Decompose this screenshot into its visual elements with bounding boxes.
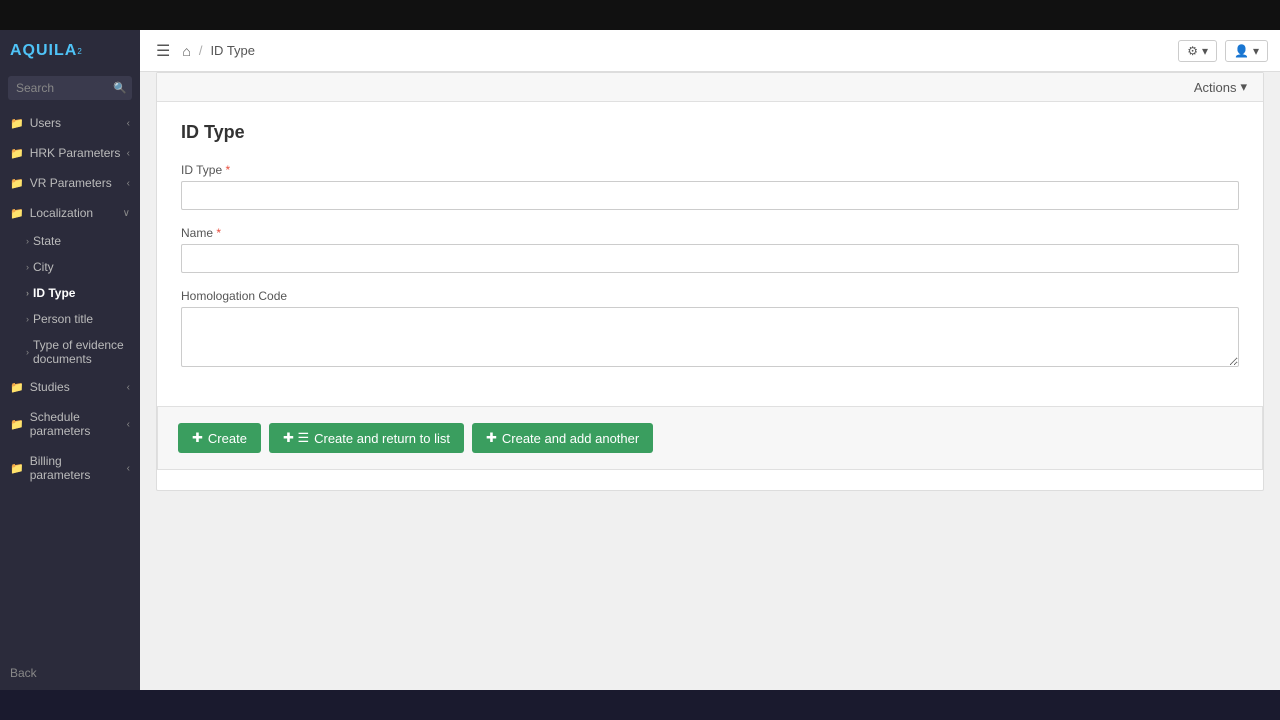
- back-button[interactable]: Back: [0, 656, 140, 690]
- id-type-input[interactable]: [181, 181, 1239, 210]
- field-label-homologation-code: Homologation Code: [181, 289, 1239, 303]
- header-bar: ☰ ⌂ / ID Type ⚙ ▾ 👤 ▾: [140, 30, 1280, 72]
- sidebar-item-localization[interactable]: 📁 Localization ∨: [0, 198, 140, 228]
- sidebar-subitem-state[interactable]: › State: [18, 228, 140, 254]
- breadcrumb-current: ID Type: [210, 43, 255, 58]
- create-another-icon: ✚: [486, 430, 497, 446]
- search-button[interactable]: 🔍: [113, 82, 127, 95]
- menu-toggle-button[interactable]: ☰: [152, 39, 174, 63]
- sidebar-item-hrk-parameters[interactable]: 📁 HRK Parameters ‹: [0, 138, 140, 168]
- folder-icon: 📁: [10, 177, 24, 190]
- chevron-right-icon: ‹: [127, 118, 130, 129]
- create-another-button[interactable]: ✚ Create and add another: [472, 423, 653, 453]
- actions-dropdown-icon: ▾: [1240, 79, 1247, 95]
- field-group-id-type: ID Type *: [181, 163, 1239, 210]
- settings-button[interactable]: ⚙ ▾: [1178, 40, 1217, 62]
- field-group-name: Name *: [181, 226, 1239, 273]
- folder-icon: 📁: [10, 418, 24, 431]
- user-icon: 👤: [1234, 44, 1249, 58]
- chevron-icon: ›: [26, 236, 29, 246]
- create-button[interactable]: ✚ Create: [178, 423, 261, 453]
- main-wrapper: Actions ▾ ID Type ID Type *: [140, 72, 1280, 690]
- settings-icon: ⚙: [1187, 44, 1198, 58]
- sidebar-item-schedule-parameters[interactable]: 📁 Schedule parameters ‹: [0, 402, 140, 446]
- user-dropdown-icon: ▾: [1253, 44, 1259, 58]
- chevron-right-icon: ‹: [127, 382, 130, 393]
- settings-dropdown-icon: ▾: [1202, 44, 1208, 58]
- required-indicator: *: [216, 226, 221, 240]
- user-button[interactable]: 👤 ▾: [1225, 40, 1268, 62]
- header-actions: ⚙ ▾ 👤 ▾: [1178, 40, 1268, 62]
- required-indicator: *: [225, 163, 230, 177]
- sidebar-item-studies[interactable]: 📁 Studies ‹: [0, 372, 140, 402]
- folder-icon: 📁: [10, 207, 24, 220]
- chevron-right-icon: ‹: [127, 419, 130, 430]
- bottom-bar: [0, 690, 1280, 720]
- sidebar-item-billing-parameters[interactable]: 📁 Billing parameters ‹: [0, 446, 140, 490]
- folder-icon: 📁: [10, 147, 24, 160]
- actions-button[interactable]: Actions ▾: [1194, 79, 1247, 95]
- buttons-area: ✚ Create ✚ ☰ Create and return to list ✚…: [157, 406, 1263, 470]
- content-card: Actions ▾ ID Type ID Type *: [156, 72, 1264, 491]
- main-content: ☰ ⌂ / ID Type ⚙ ▾ 👤 ▾ Actions: [140, 30, 1280, 690]
- breadcrumb-separator: /: [199, 43, 203, 58]
- name-input[interactable]: [181, 244, 1239, 273]
- sidebar-item-users[interactable]: 📁 Users ‹: [0, 108, 140, 138]
- create-icon: ✚: [192, 430, 203, 446]
- sidebar-subitem-id-type[interactable]: › ID Type: [18, 280, 140, 306]
- sidebar-subitem-person-title[interactable]: › Person title: [18, 306, 140, 332]
- chevron-right-icon: ‹: [127, 148, 130, 159]
- actions-bar: Actions ▾: [157, 73, 1263, 102]
- field-group-homologation-code: Homologation Code: [181, 289, 1239, 370]
- chevron-icon: ›: [26, 288, 29, 298]
- sidebar-subitem-type-evidence[interactable]: › Type of evidence documents: [18, 332, 140, 372]
- chevron-right-icon: ‹: [127, 178, 130, 189]
- localization-submenu: › State › City › ID Type › Person title …: [0, 228, 140, 372]
- chevron-icon: ›: [26, 262, 29, 272]
- chevron-down-icon: ∨: [123, 208, 130, 219]
- search-container: 🔍: [8, 76, 132, 100]
- field-label-id-type: ID Type *: [181, 163, 1239, 177]
- chevron-right-icon: ‹: [127, 463, 130, 474]
- form-title: ID Type: [181, 122, 1239, 143]
- chevron-icon: ›: [26, 314, 29, 324]
- home-button[interactable]: ⌂: [182, 43, 190, 59]
- folder-icon: 📁: [10, 117, 24, 130]
- app-logo: AQUILA2: [0, 30, 140, 72]
- actions-label: Actions: [1194, 80, 1237, 95]
- homologation-code-input[interactable]: [181, 307, 1239, 367]
- sidebar-subitem-city[interactable]: › City: [18, 254, 140, 280]
- folder-icon: 📁: [10, 462, 24, 475]
- create-return-button[interactable]: ✚ ☰ Create and return to list: [269, 423, 464, 453]
- sidebar: AQUILA2 🔍 📁 Users ‹ 📁 HRK Parameters ‹ 📁…: [0, 30, 140, 690]
- form-area: ID Type ID Type * Name *: [157, 102, 1263, 406]
- sidebar-item-vr-parameters[interactable]: 📁 VR Parameters ‹: [0, 168, 140, 198]
- chevron-icon: ›: [26, 347, 29, 357]
- create-list-icon: ✚ ☰: [283, 430, 309, 446]
- field-label-name: Name *: [181, 226, 1239, 240]
- folder-icon: 📁: [10, 381, 24, 394]
